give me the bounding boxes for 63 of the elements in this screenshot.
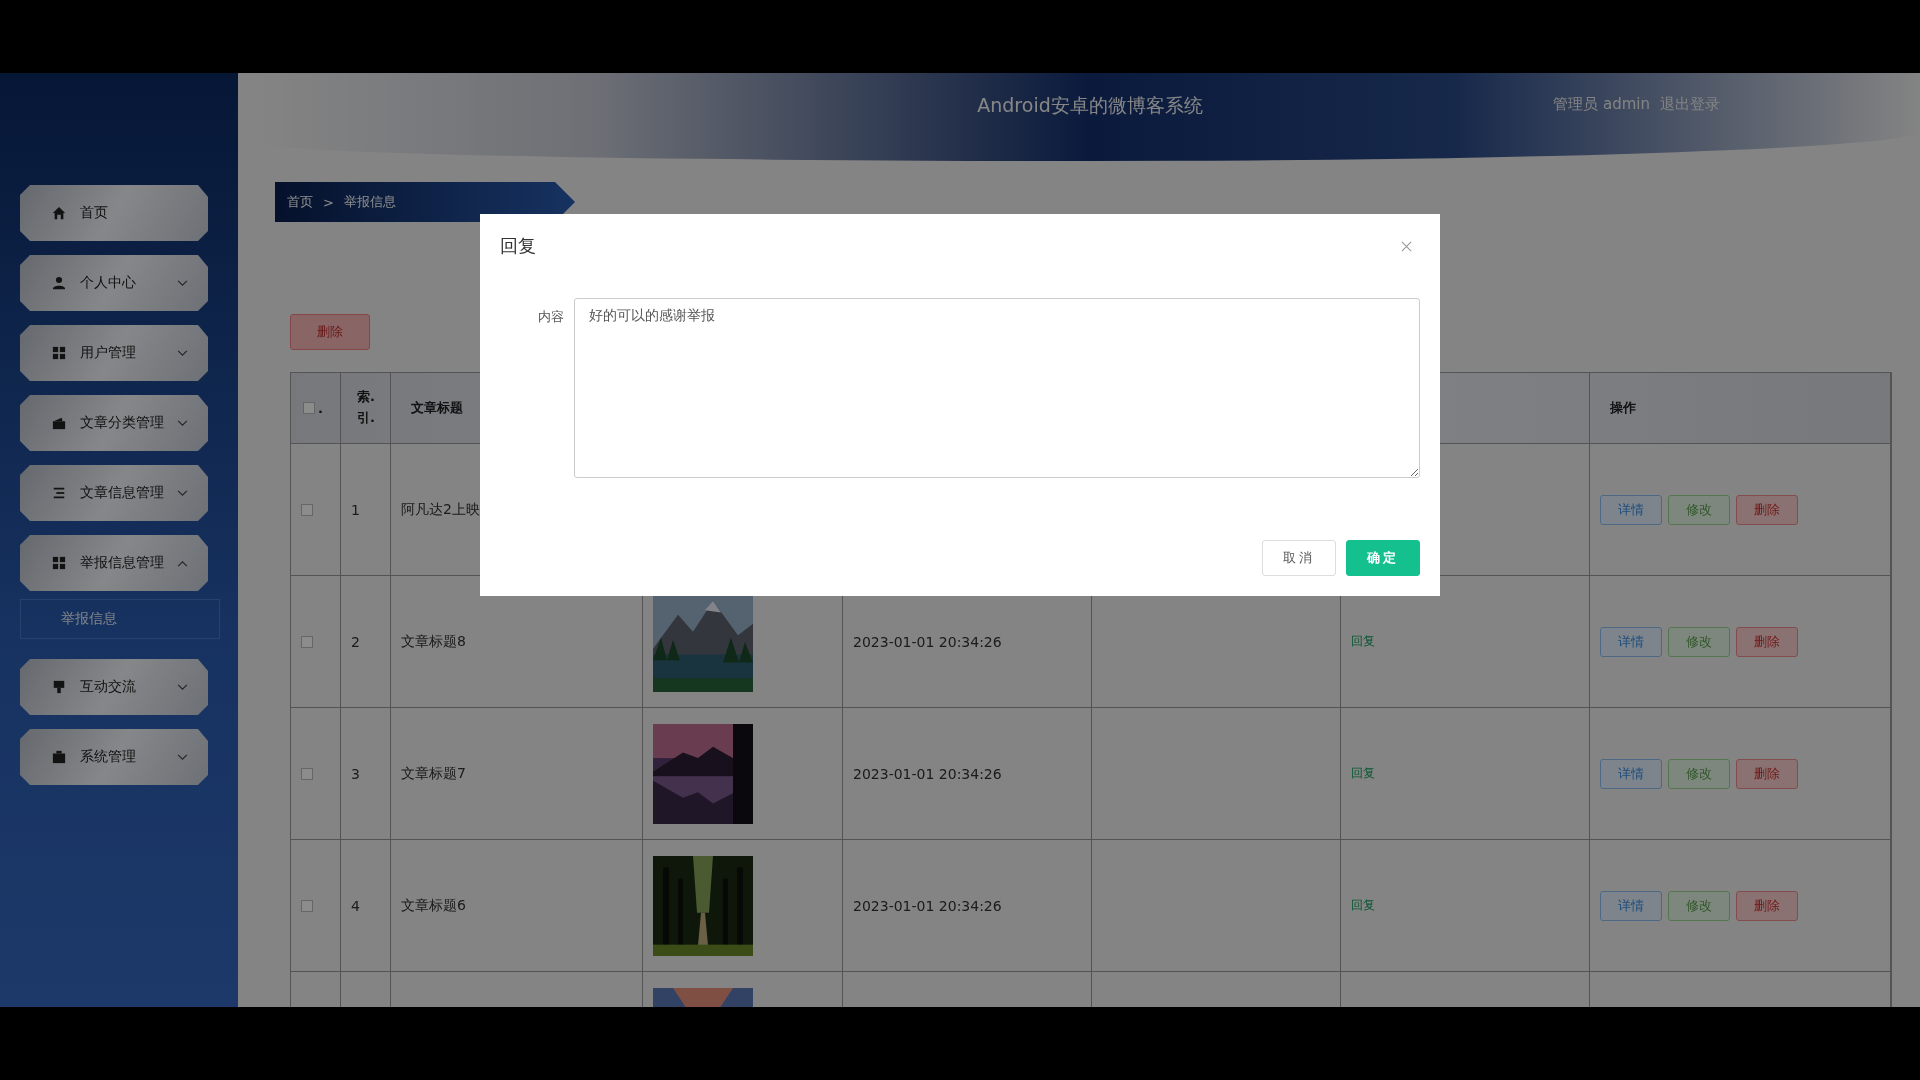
action-button[interactable]: 删除 bbox=[1736, 890, 1798, 921]
dialog-title: 回复 bbox=[500, 234, 536, 258]
action-button[interactable]: 详情 bbox=[1600, 626, 1662, 657]
action-button[interactable]: 修改 bbox=[1668, 890, 1730, 921]
table-cell: 阿凡达2上映 bbox=[401, 500, 480, 519]
checkbox[interactable] bbox=[301, 899, 313, 912]
action-button[interactable]: 修改 bbox=[1668, 758, 1730, 789]
wallet-icon bbox=[52, 416, 66, 430]
table-cell: 文章标题6 bbox=[401, 896, 466, 915]
nav-item[interactable]: 首页 bbox=[20, 185, 208, 241]
action-button[interactable]: 删除 bbox=[1736, 626, 1798, 657]
grid-icon bbox=[52, 346, 66, 360]
action-button[interactable]: 删除 bbox=[1736, 758, 1798, 789]
nav-item[interactable]: 举报信息管理 bbox=[20, 535, 208, 591]
checkbox[interactable] bbox=[303, 402, 315, 414]
table-cell: 文章标题7 bbox=[401, 764, 466, 783]
column-label: 索.引. bbox=[356, 388, 376, 427]
nav-item[interactable]: 用户管理 bbox=[20, 325, 208, 381]
nav-item[interactable]: 个人中心 bbox=[20, 255, 208, 311]
reply-link[interactable]: 回复 bbox=[1351, 765, 1375, 782]
action-button[interactable]: 详情 bbox=[1600, 494, 1662, 525]
delete-button[interactable]: 删除 bbox=[290, 314, 370, 350]
cancel-button[interactable]: 取消 bbox=[1262, 540, 1336, 576]
grid-icon bbox=[52, 556, 66, 570]
field-label: 内容 bbox=[537, 308, 565, 326]
table-cell: 3 bbox=[351, 765, 360, 782]
table-cell: 2023-01-01 20:34:26 bbox=[853, 633, 1002, 650]
checkbox[interactable] bbox=[301, 635, 313, 648]
checkbox[interactable] bbox=[301, 503, 313, 516]
action-button[interactable]: 修改 bbox=[1668, 494, 1730, 525]
table-cell: 1 bbox=[351, 501, 360, 518]
action-button[interactable]: 详情 bbox=[1600, 758, 1662, 789]
breadcrumb-separator: > bbox=[323, 194, 334, 210]
breadcrumb-link[interactable]: 举报信息 bbox=[343, 193, 396, 211]
close-icon[interactable] bbox=[1401, 240, 1412, 252]
breadcrumb-link[interactable]: 首页 bbox=[287, 193, 313, 211]
app-title: Android安卓的微博客系统 bbox=[977, 93, 1203, 118]
checkbox[interactable] bbox=[301, 767, 313, 780]
content-field[interactable]: 好的可以的感谢举报 bbox=[574, 298, 1420, 478]
nav-item[interactable]: 文章信息管理 bbox=[20, 465, 208, 521]
action-button[interactable]: 删除 bbox=[1736, 494, 1798, 525]
action-button[interactable]: 详情 bbox=[1600, 890, 1662, 921]
reply-link[interactable]: 回复 bbox=[1351, 633, 1375, 650]
nav-item[interactable]: 系统管理 bbox=[20, 729, 208, 785]
action-button[interactable]: 修改 bbox=[1668, 626, 1730, 657]
table-cell: 2023-01-01 20:34:26 bbox=[853, 897, 1002, 914]
nav-item[interactable]: 文章分类管理 bbox=[20, 395, 208, 451]
column-label: . bbox=[318, 400, 323, 416]
table-cell: 2 bbox=[351, 633, 360, 650]
sub-menu-item[interactable]: 举报信息 bbox=[20, 599, 220, 639]
confirm-button[interactable]: 确定 bbox=[1346, 540, 1420, 576]
list-icon bbox=[52, 486, 66, 500]
reply-link[interactable]: 回复 bbox=[1351, 897, 1375, 914]
sign-icon bbox=[52, 680, 66, 694]
header-cell: 操作 bbox=[1590, 373, 1891, 443]
table-cell: 文章标题8 bbox=[401, 632, 466, 651]
home-icon bbox=[52, 206, 66, 220]
table-cell: 2023-01-01 20:34:26 bbox=[853, 765, 1002, 782]
briefcase-icon bbox=[52, 750, 66, 764]
table-cell: 4 bbox=[351, 897, 360, 914]
user-label: 管理员 admin bbox=[1553, 95, 1650, 114]
person-icon bbox=[52, 276, 66, 290]
nav-item[interactable]: 互动交流 bbox=[20, 659, 208, 715]
